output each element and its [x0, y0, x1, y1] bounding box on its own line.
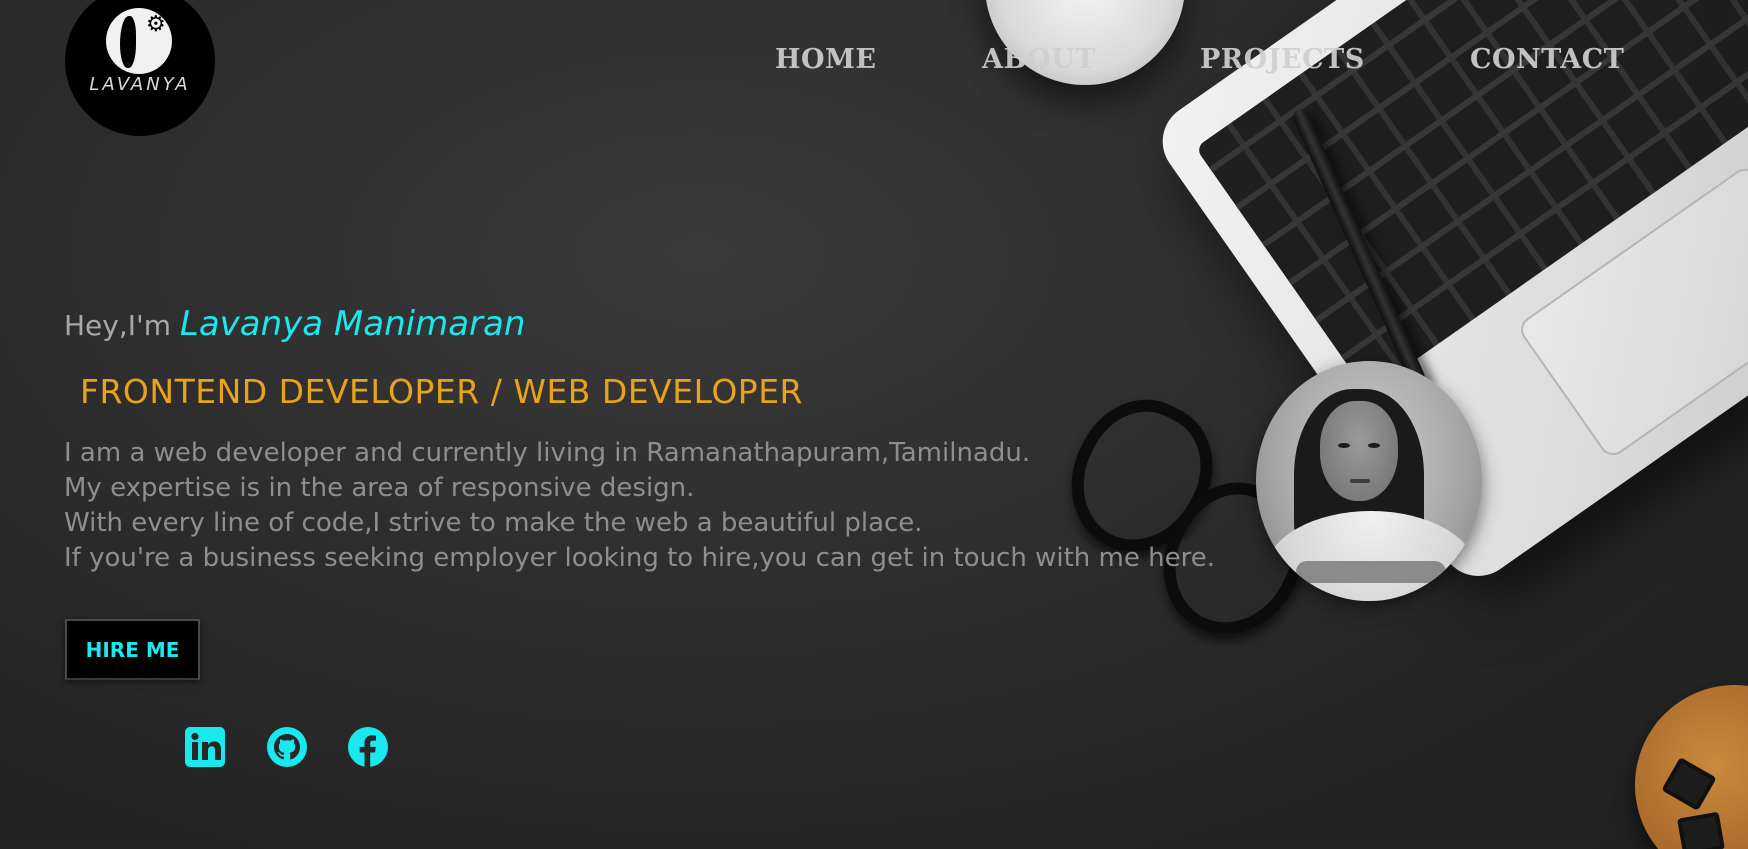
nav-link-home[interactable]: HOME	[775, 44, 877, 75]
hero-greeting: Hey,I'm Lavanya Manimaran	[64, 304, 525, 344]
bio-line: My expertise is in the area of responsiv…	[64, 473, 695, 503]
hero-name: Lavanya Manimaran	[179, 304, 526, 344]
profile-photo-eye	[1368, 443, 1380, 448]
bio-line: With every line of code,I strive to make…	[64, 508, 923, 538]
profile-photo-face	[1320, 401, 1398, 501]
facebook-icon[interactable]	[347, 726, 389, 768]
greeting-prefix: Hey,I'm	[64, 309, 180, 342]
linkedin-icon[interactable]	[184, 726, 226, 768]
profile-photo-mouth	[1350, 479, 1370, 483]
main-nav: HOME ABOUT PROJECTS CONTACT	[0, 44, 1748, 84]
gear-icon: ⚙	[146, 12, 166, 37]
binder-clip-image	[1677, 811, 1725, 849]
bio-line: I am a web developer and currently livin…	[64, 438, 1031, 468]
hero-role: FRONTEND DEVELOPER / WEB DEVELOPER	[80, 372, 803, 411]
hero-bio: I am a web developer and currently livin…	[64, 436, 1215, 576]
profile-photo-eye	[1338, 443, 1350, 448]
page: ⚙ LAVANYA HOME ABOUT PROJECTS CONTACT He…	[0, 0, 1748, 849]
hire-me-button[interactable]: HIRE ME	[65, 619, 200, 680]
profile-photo-arms	[1296, 561, 1446, 583]
nav-link-contact[interactable]: CONTACT	[1470, 44, 1624, 75]
nav-link-projects[interactable]: PROJECTS	[1200, 44, 1365, 75]
profile-photo	[1256, 361, 1482, 601]
github-icon[interactable]	[266, 726, 308, 768]
nav-link-about[interactable]: ABOUT	[982, 44, 1096, 75]
bio-line: If you're a business seeking employer lo…	[64, 543, 1215, 573]
